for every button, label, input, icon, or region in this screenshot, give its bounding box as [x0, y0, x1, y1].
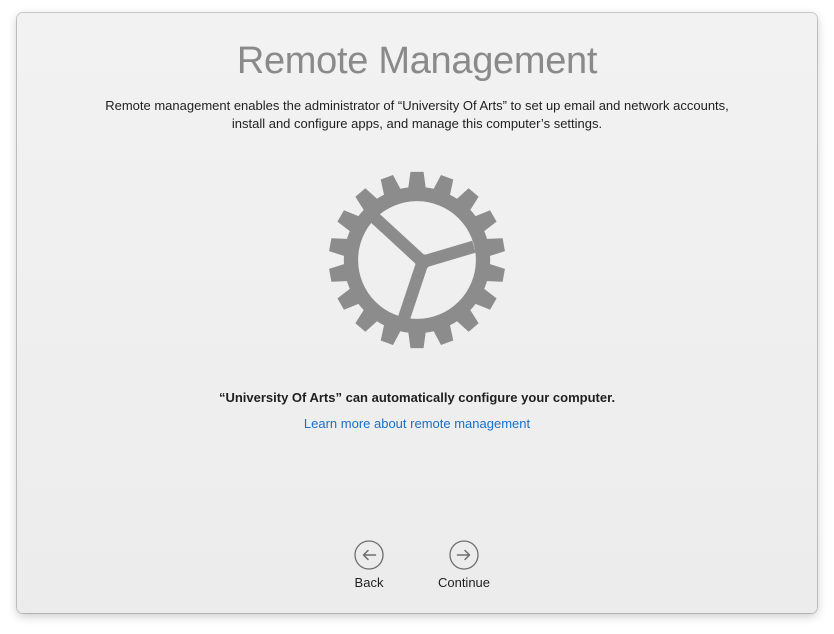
gear-spoke [420, 240, 476, 268]
continue-button[interactable]: Continue [419, 540, 509, 590]
arrow-right-circle-icon [449, 540, 479, 570]
configuration-statement: “University Of Arts” can automatically c… [218, 390, 616, 405]
back-button[interactable]: Back [324, 540, 414, 590]
arrow-left-circle-icon [354, 540, 384, 570]
setup-window: Remote Management Remote management enab… [17, 13, 817, 613]
gear-spoke [397, 259, 429, 321]
description-text: Remote management enables the administra… [105, 98, 729, 131]
gear-hub [415, 254, 431, 270]
gear-spoke [371, 213, 427, 267]
gear-icon [329, 171, 505, 349]
continue-label: Continue [437, 575, 491, 590]
back-label: Back [354, 575, 384, 590]
learn-more-link[interactable]: Learn more about remote management [17, 416, 817, 431]
page-title: Remote Management [236, 40, 598, 82]
